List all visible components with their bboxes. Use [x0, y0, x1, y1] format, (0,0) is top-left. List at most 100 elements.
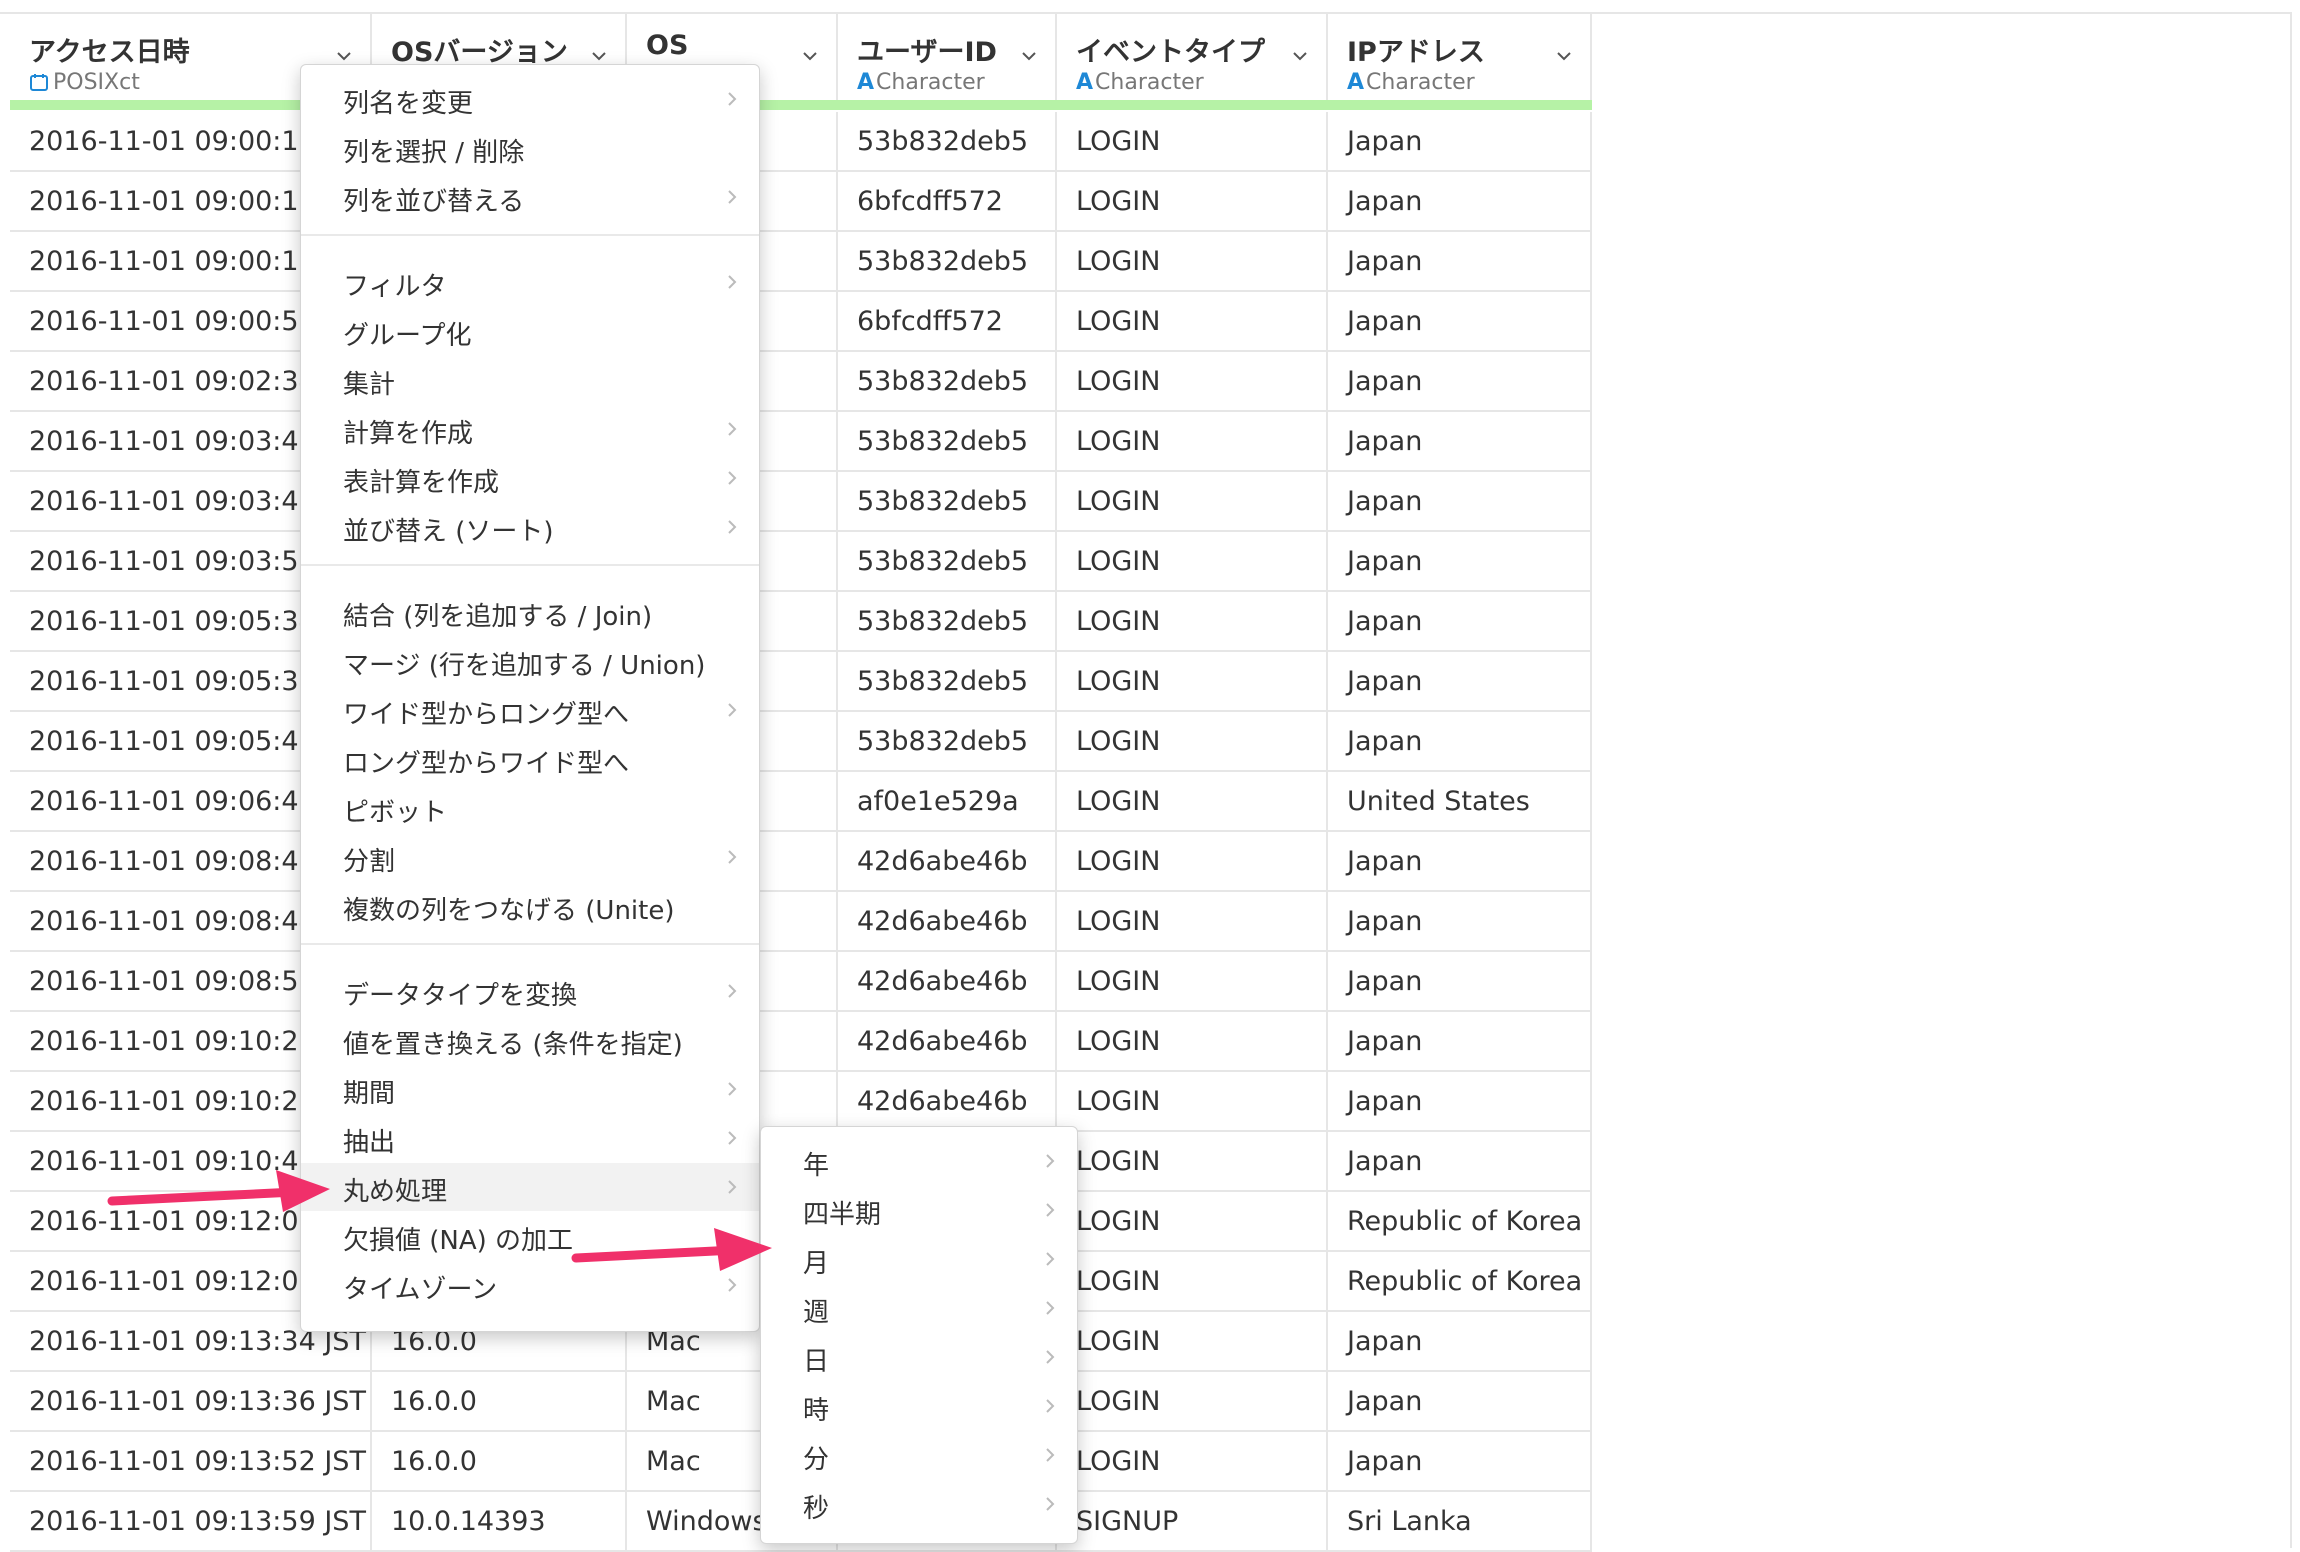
- table-cell[interactable]: LOGIN: [1057, 172, 1328, 232]
- table-cell[interactable]: 53b832deb5: [838, 712, 1057, 772]
- table-cell[interactable]: 53b832deb5: [838, 352, 1057, 412]
- table-cell[interactable]: LOGIN: [1057, 1132, 1328, 1192]
- table-cell[interactable]: LOGIN: [1057, 412, 1328, 472]
- menu-item[interactable]: 分割: [301, 833, 759, 881]
- table-cell[interactable]: 53b832deb5: [838, 232, 1057, 292]
- table-cell[interactable]: Japan: [1328, 1012, 1592, 1072]
- table-cell[interactable]: 42d6abe46b: [838, 1072, 1057, 1132]
- submenu-item[interactable]: 四半期: [761, 1186, 1077, 1234]
- menu-item[interactable]: 結合 (列を追加する / Join): [301, 588, 759, 636]
- table-cell[interactable]: 53b832deb5: [838, 652, 1057, 712]
- submenu-item[interactable]: 時: [761, 1382, 1077, 1430]
- menu-item[interactable]: 値を置き換える (条件を指定): [301, 1016, 759, 1064]
- table-cell[interactable]: Japan: [1328, 1372, 1592, 1432]
- table-cell[interactable]: 16.0.0: [372, 1372, 627, 1432]
- menu-item[interactable]: 並び替え (ソート): [301, 503, 759, 551]
- table-cell[interactable]: LOGIN: [1057, 592, 1328, 652]
- table-cell[interactable]: Japan: [1328, 232, 1592, 292]
- table-cell[interactable]: Japan: [1328, 1312, 1592, 1372]
- menu-item[interactable]: フィルタ: [301, 258, 759, 306]
- table-cell[interactable]: LOGIN: [1057, 232, 1328, 292]
- submenu-item[interactable]: 月: [761, 1235, 1077, 1283]
- table-cell[interactable]: Japan: [1328, 352, 1592, 412]
- menu-item[interactable]: 列名を変更: [301, 75, 759, 123]
- table-cell[interactable]: LOGIN: [1057, 1312, 1328, 1372]
- table-cell[interactable]: LOGIN: [1057, 832, 1328, 892]
- table-cell[interactable]: af0e1e529a: [838, 772, 1057, 832]
- table-cell[interactable]: Japan: [1328, 1132, 1592, 1192]
- column-menu-chevron-down-icon[interactable]: [802, 48, 818, 64]
- table-cell[interactable]: Japan: [1328, 172, 1592, 232]
- column-header[interactable]: IPアドレス ACharacter: [1328, 12, 1592, 107]
- table-cell[interactable]: LOGIN: [1057, 1252, 1328, 1312]
- menu-item[interactable]: タイムゾーン: [301, 1261, 759, 1309]
- table-cell[interactable]: 53b832deb5: [838, 472, 1057, 532]
- table-cell[interactable]: 42d6abe46b: [838, 832, 1057, 892]
- table-cell[interactable]: Republic of Korea: [1328, 1192, 1592, 1252]
- table-cell[interactable]: LOGIN: [1057, 532, 1328, 592]
- submenu-item[interactable]: 日: [761, 1333, 1077, 1381]
- table-cell[interactable]: Japan: [1328, 292, 1592, 352]
- table-cell[interactable]: Japan: [1328, 472, 1592, 532]
- table-cell[interactable]: Japan: [1328, 712, 1592, 772]
- column-menu-chevron-down-icon[interactable]: [336, 48, 352, 64]
- column-header[interactable]: ユーザーID ACharacter: [838, 12, 1057, 107]
- table-cell[interactable]: 53b832deb5: [838, 412, 1057, 472]
- table-cell[interactable]: LOGIN: [1057, 352, 1328, 412]
- table-cell[interactable]: Japan: [1328, 1432, 1592, 1492]
- menu-item[interactable]: データタイプを変換: [301, 967, 759, 1015]
- table-cell[interactable]: 42d6abe46b: [838, 892, 1057, 952]
- table-cell[interactable]: LOGIN: [1057, 1012, 1328, 1072]
- menu-item[interactable]: 欠損値 (NA) の加工: [301, 1212, 759, 1260]
- table-cell[interactable]: Japan: [1328, 952, 1592, 1012]
- table-cell[interactable]: LOGIN: [1057, 652, 1328, 712]
- table-cell[interactable]: Sri Lanka: [1328, 1492, 1592, 1552]
- table-cell[interactable]: LOGIN: [1057, 772, 1328, 832]
- menu-item[interactable]: 丸め処理: [301, 1163, 759, 1211]
- table-cell[interactable]: LOGIN: [1057, 892, 1328, 952]
- column-menu-chevron-down-icon[interactable]: [1292, 48, 1308, 64]
- submenu-item[interactable]: 週: [761, 1284, 1077, 1332]
- table-cell[interactable]: Japan: [1328, 592, 1592, 652]
- table-cell[interactable]: LOGIN: [1057, 1372, 1328, 1432]
- submenu-item[interactable]: 年: [761, 1137, 1077, 1185]
- table-cell[interactable]: SIGNUP: [1057, 1492, 1328, 1552]
- table-cell[interactable]: United States: [1328, 772, 1592, 832]
- table-cell[interactable]: LOGIN: [1057, 712, 1328, 772]
- column-header[interactable]: イベントタイプ ACharacter: [1057, 12, 1328, 107]
- table-cell[interactable]: 53b832deb5: [838, 112, 1057, 172]
- table-cell[interactable]: LOGIN: [1057, 292, 1328, 352]
- column-menu-chevron-down-icon[interactable]: [1021, 48, 1037, 64]
- table-cell[interactable]: Japan: [1328, 1072, 1592, 1132]
- table-cell[interactable]: Japan: [1328, 892, 1592, 952]
- table-cell[interactable]: 6bfcdff572: [838, 292, 1057, 352]
- menu-item[interactable]: 表計算を作成: [301, 454, 759, 502]
- table-cell[interactable]: LOGIN: [1057, 1072, 1328, 1132]
- table-cell[interactable]: LOGIN: [1057, 112, 1328, 172]
- table-cell[interactable]: 42d6abe46b: [838, 952, 1057, 1012]
- table-cell[interactable]: Japan: [1328, 652, 1592, 712]
- table-cell[interactable]: 6bfcdff572: [838, 172, 1057, 232]
- table-cell[interactable]: Japan: [1328, 832, 1592, 892]
- menu-item[interactable]: 複数の列をつなげる (Unite): [301, 882, 759, 930]
- table-cell[interactable]: LOGIN: [1057, 472, 1328, 532]
- column-menu-chevron-down-icon[interactable]: [591, 48, 607, 64]
- table-cell[interactable]: 53b832deb5: [838, 532, 1057, 592]
- table-cell[interactable]: 16.0.0: [372, 1432, 627, 1492]
- table-cell[interactable]: 42d6abe46b: [838, 1012, 1057, 1072]
- table-cell[interactable]: Republic of Korea: [1328, 1252, 1592, 1312]
- table-cell[interactable]: 53b832deb5: [838, 592, 1057, 652]
- menu-item[interactable]: 抽出: [301, 1114, 759, 1162]
- menu-item[interactable]: 期間: [301, 1065, 759, 1113]
- menu-item[interactable]: マージ (行を追加する / Union): [301, 637, 759, 685]
- menu-item[interactable]: 計算を作成: [301, 405, 759, 453]
- menu-item[interactable]: ワイド型からロング型へ: [301, 686, 759, 734]
- table-cell[interactable]: 2016-11-01 09:13:36 JST: [10, 1372, 372, 1432]
- menu-item[interactable]: グループ化: [301, 307, 759, 355]
- table-cell[interactable]: Japan: [1328, 532, 1592, 592]
- table-cell[interactable]: LOGIN: [1057, 1432, 1328, 1492]
- menu-item[interactable]: ロング型からワイド型へ: [301, 735, 759, 783]
- table-cell[interactable]: Japan: [1328, 412, 1592, 472]
- table-cell[interactable]: 10.0.14393: [372, 1492, 627, 1552]
- table-cell[interactable]: 2016-11-01 09:13:52 JST: [10, 1432, 372, 1492]
